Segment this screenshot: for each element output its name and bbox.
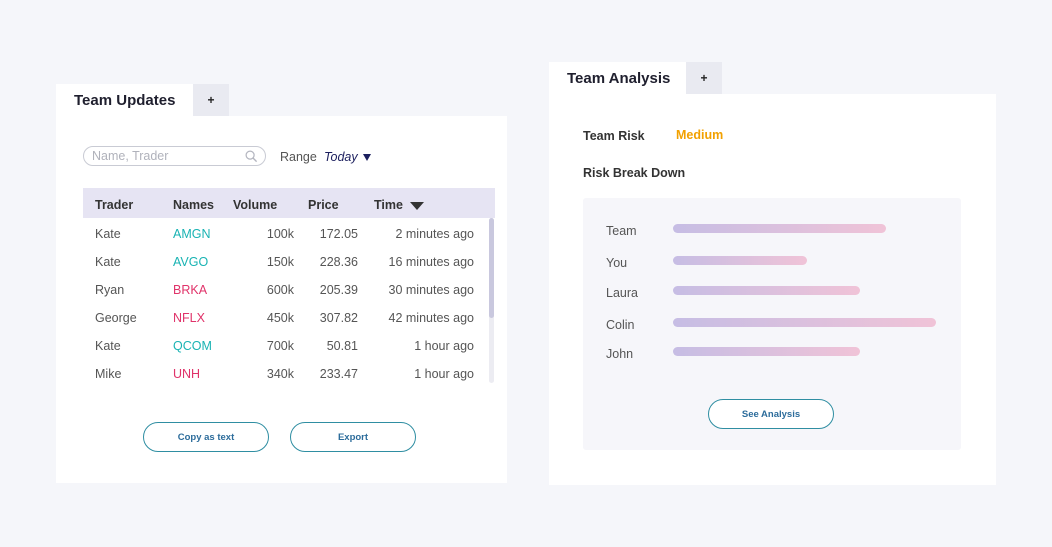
cell-name: UNH xyxy=(173,367,201,381)
breakdown-name: Team xyxy=(606,224,637,238)
table-row[interactable]: Ryan BRKA 600k 205.39 30 minutes ago xyxy=(83,274,495,302)
table-row[interactable]: Kate AMGN 100k 172.05 2 minutes ago xyxy=(83,218,495,246)
breakdown-name: Laura xyxy=(606,286,638,300)
search-input[interactable] xyxy=(92,149,242,163)
team-risk-label: Team Risk xyxy=(583,129,645,143)
team-risk-value: Medium xyxy=(676,128,724,142)
tab-team-analysis[interactable]: Team Analysis xyxy=(549,62,686,95)
cell-price: 228.36 xyxy=(319,255,358,269)
cell-time: 42 minutes ago xyxy=(388,311,474,325)
risk-breakdown-label: Risk Break Down xyxy=(583,166,686,180)
risk-bar xyxy=(673,286,860,295)
risk-bar xyxy=(673,224,886,233)
cell-price: 205.39 xyxy=(319,283,358,297)
cell-volume: 700k xyxy=(266,339,294,353)
cell-name: BRKA xyxy=(173,283,208,297)
risk-bar xyxy=(673,256,807,265)
plus-icon: + xyxy=(207,93,215,107)
tab-team-analysis-label: Team Analysis xyxy=(567,70,671,87)
risk-bar xyxy=(673,347,860,356)
scrollbar-thumb[interactable] xyxy=(489,218,494,318)
breakdown-row: Team xyxy=(583,222,961,242)
cell-trader: Kate xyxy=(95,227,121,241)
cell-trader: Mike xyxy=(95,367,122,381)
cell-time: 1 hour ago xyxy=(414,367,474,381)
column-header-price[interactable]: Price xyxy=(308,198,339,212)
search-box[interactable] xyxy=(83,146,266,166)
cell-trader: Ryan xyxy=(95,283,125,297)
cell-price: 307.82 xyxy=(319,311,358,325)
column-header-time[interactable]: Time xyxy=(374,198,403,212)
range-value: Today xyxy=(324,150,358,164)
cell-trader: George xyxy=(95,311,137,325)
add-tab-button[interactable]: + xyxy=(686,62,722,94)
tab-team-updates-label: Team Updates xyxy=(74,92,176,109)
export-button[interactable]: Export xyxy=(290,422,416,452)
team-analysis-panel: Team Risk Medium Risk Break Down Team Yo… xyxy=(549,94,996,485)
risk-bar xyxy=(673,318,936,327)
breakdown-name: John xyxy=(606,347,634,361)
table-row[interactable]: Mike UNH 340k 233.47 1 hour ago xyxy=(83,358,495,386)
breakdown-name: Colin xyxy=(606,318,635,332)
cell-volume: 600k xyxy=(266,283,294,297)
table-body: Kate AMGN 100k 172.05 2 minutes ago Kate… xyxy=(83,218,495,386)
column-header-names[interactable]: Names xyxy=(173,198,214,212)
range-dropdown[interactable]: Today xyxy=(324,150,371,164)
team-updates-panel: Range Today Trader Names Volume Price Ti… xyxy=(56,116,507,483)
table-row[interactable]: Kate AVGO 150k 228.36 16 minutes ago xyxy=(83,246,495,274)
cell-volume: 450k xyxy=(266,311,294,325)
cell-trader: Kate xyxy=(95,255,121,269)
copy-as-text-button[interactable]: Copy as text xyxy=(143,422,269,452)
cell-name: NFLX xyxy=(173,311,205,325)
breakdown-row: Colin xyxy=(583,316,961,336)
cell-price: 50.81 xyxy=(326,339,358,353)
sort-descending-icon[interactable] xyxy=(410,202,424,210)
cell-volume: 340k xyxy=(266,367,294,381)
breakdown-row: John xyxy=(583,345,961,365)
cell-name: QCOM xyxy=(173,339,212,353)
table-scrollbar[interactable] xyxy=(489,218,494,383)
risk-breakdown-box: Team You Laura Colin John See Analysis xyxy=(583,198,961,450)
cell-volume: 150k xyxy=(266,255,294,269)
cell-time: 30 minutes ago xyxy=(388,283,474,297)
tab-team-updates[interactable]: Team Updates xyxy=(56,84,193,117)
cell-price: 233.47 xyxy=(319,367,358,381)
breakdown-row: You xyxy=(583,254,961,274)
cell-time: 1 hour ago xyxy=(414,339,474,353)
chevron-down-icon xyxy=(362,153,371,161)
table-row[interactable]: George NFLX 450k 307.82 42 minutes ago xyxy=(83,302,495,330)
plus-icon: + xyxy=(700,71,708,85)
cell-name: AVGO xyxy=(173,255,209,269)
cell-price: 172.05 xyxy=(319,227,358,241)
add-tab-button[interactable]: + xyxy=(193,84,229,116)
cell-name: AMGN xyxy=(173,227,211,241)
table-row[interactable]: Kate QCOM 700k 50.81 1 hour ago xyxy=(83,330,495,358)
cell-time: 16 minutes ago xyxy=(388,255,474,269)
column-header-trader[interactable]: Trader xyxy=(95,198,133,212)
cell-volume: 100k xyxy=(266,227,294,241)
search-icon[interactable] xyxy=(245,150,258,163)
breakdown-row: Laura xyxy=(583,284,961,304)
range-label: Range xyxy=(280,150,317,164)
see-analysis-button[interactable]: See Analysis xyxy=(708,399,834,429)
column-header-volume[interactable]: Volume xyxy=(233,198,277,212)
cell-trader: Kate xyxy=(95,339,121,353)
table-header: Trader Names Volume Price Time xyxy=(83,188,495,218)
breakdown-name: You xyxy=(606,256,628,270)
cell-time: 2 minutes ago xyxy=(395,227,474,241)
